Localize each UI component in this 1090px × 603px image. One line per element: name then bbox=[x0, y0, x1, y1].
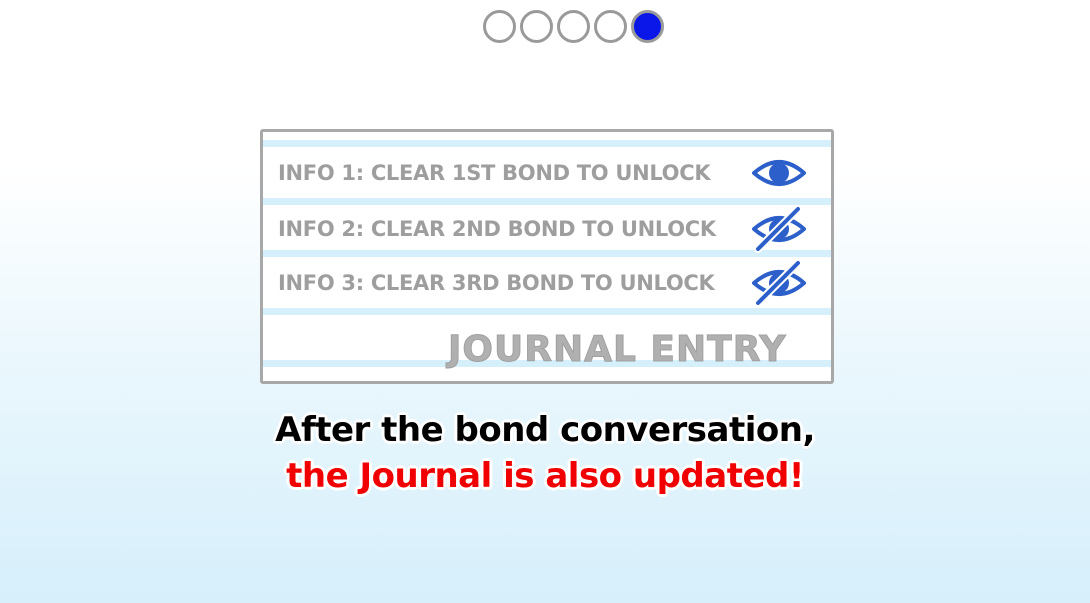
eye-slash-icon[interactable] bbox=[750, 259, 808, 307]
page-dot-3[interactable] bbox=[557, 10, 590, 43]
journal-panel: INFO 1: CLEAR 1ST BOND TO UNLOCK INFO 2:… bbox=[260, 129, 834, 384]
ruled-line bbox=[263, 198, 831, 205]
journal-entry-1: INFO 1: CLEAR 1ST BOND TO UNLOCK bbox=[263, 153, 831, 193]
journal-entry-3: INFO 3: CLEAR 3RD BOND TO UNLOCK bbox=[263, 259, 831, 307]
caption-line-2: the Journal is also updated! bbox=[286, 456, 804, 496]
pagination-dots bbox=[483, 10, 664, 43]
ruled-line bbox=[263, 308, 831, 315]
page-dot-4[interactable] bbox=[594, 10, 627, 43]
eye-slash-icon[interactable] bbox=[750, 205, 808, 253]
journal-title: JOURNAL ENTRY bbox=[448, 329, 787, 371]
page-dot-2[interactable] bbox=[520, 10, 553, 43]
ruled-line bbox=[263, 140, 831, 147]
caption-line-1: After the bond conversation, bbox=[275, 410, 815, 450]
journal-entry-label: INFO 3: CLEAR 3RD BOND TO UNLOCK bbox=[278, 271, 715, 295]
eye-icon[interactable] bbox=[750, 149, 808, 197]
journal-entry-2: INFO 2: CLEAR 2ND BOND TO UNLOCK bbox=[263, 205, 831, 253]
journal-entry-label: INFO 1: CLEAR 1ST BOND TO UNLOCK bbox=[278, 161, 711, 185]
page-dot-5-active[interactable] bbox=[631, 10, 664, 43]
journal-entry-label: INFO 2: CLEAR 2ND BOND TO UNLOCK bbox=[278, 217, 716, 241]
page-dot-1[interactable] bbox=[483, 10, 516, 43]
ruled-line bbox=[263, 250, 831, 257]
